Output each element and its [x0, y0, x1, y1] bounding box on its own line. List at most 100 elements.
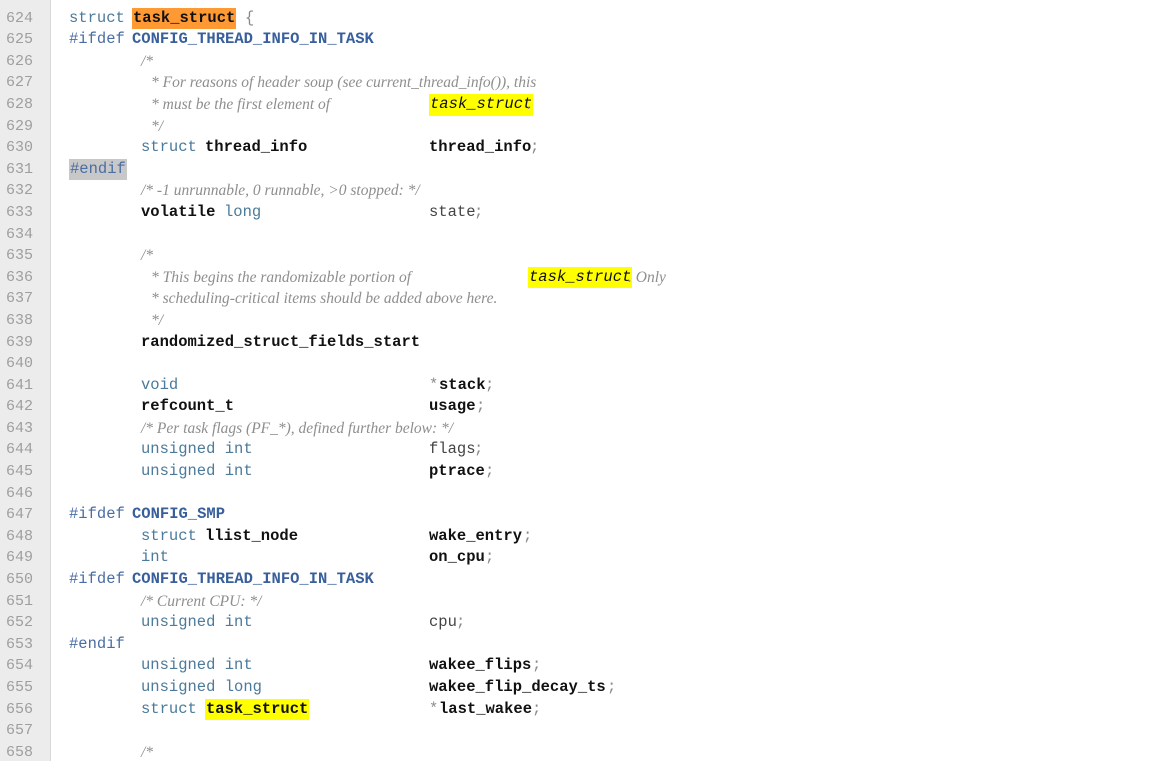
code-token: CONFIG_THREAD_INFO_IN_TASK: [132, 30, 374, 49]
code-token: unsigned long: [141, 678, 262, 696]
code-token: volatile: [141, 202, 225, 221]
line-number: 648: [6, 527, 34, 545]
code-token: randomized_struct_fields_start: [141, 332, 421, 351]
code-line[interactable]: 625 #ifdef CONFIG_THREAD_INFO_IN_TASK: [0, 29, 1161, 51]
code-token: unsigned int: [141, 656, 253, 675]
code-token: unsigned int: [141, 440, 253, 459]
code-line[interactable]: 651 /* Current CPU: */: [0, 591, 1161, 613]
line-number: 658: [6, 743, 34, 761]
code-line[interactable]: 628 * must be the first element of task_s…: [0, 93, 1161, 116]
code-line[interactable]: 636 * This begins the randomizable portio…: [0, 266, 1161, 289]
line-number: 649: [6, 549, 34, 567]
code-line[interactable]: 633 volatile long state;: [0, 202, 1161, 224]
code-line[interactable]: 649 int on_cpu;: [0, 547, 1161, 569]
line-number: 625: [6, 31, 34, 49]
code-line[interactable]: 627 * For reasons of header soup (see cur…: [0, 72, 1161, 94]
code-line[interactable]: 638 */: [0, 310, 1161, 332]
code-line[interactable]: 643 /* Per task flags (PF_*), defined fur…: [0, 418, 1161, 440]
code-token: {: [245, 8, 255, 27]
code-line[interactable]: 648 struct llist_node wake_entry;: [0, 526, 1161, 548]
code-token: long: [224, 202, 262, 221]
line-number: 656: [6, 700, 34, 718]
code-token: struct: [141, 699, 207, 718]
code-line[interactable]: 658 /*: [0, 742, 1161, 763]
code-line[interactable]: 655 unsigned long wakee_flip_decay_ts;: [0, 677, 1161, 699]
code-line[interactable]: 632 /* -1 unrunnable, 0 runnable, >0 stop…: [0, 180, 1161, 202]
code-token: int: [141, 548, 169, 567]
code-token: */: [151, 311, 164, 329]
line-number: 637: [6, 290, 34, 308]
code-token: #ifdef: [69, 570, 135, 589]
line-number: 629: [6, 117, 34, 135]
code-line[interactable]: 652 unsigned int cpu;: [0, 612, 1161, 634]
code-token: ;: [474, 440, 484, 459]
code-token: * This begins the randomizable portion o…: [151, 268, 415, 286]
line-number: 650: [6, 571, 34, 589]
code-line[interactable]: 630 struct thread_info thread_info;: [0, 137, 1161, 159]
code-line[interactable]: 635 /*: [0, 245, 1161, 267]
code-token: stack: [439, 375, 486, 394]
code-token: * scheduling-critical items should be ad…: [151, 290, 498, 308]
code-line[interactable]: 629 */: [0, 116, 1161, 138]
code-token: * must be the first element of: [151, 95, 334, 113]
code-token: cpu: [429, 613, 457, 632]
code-line[interactable]: 644 unsigned int flags;: [0, 439, 1161, 461]
code-line[interactable]: 637 * scheduling-critical items should be…: [0, 288, 1161, 310]
code-token: task_struct: [132, 7, 237, 30]
code-token: ;: [532, 656, 542, 675]
line-number: 633: [6, 203, 34, 221]
code-line[interactable]: 641 void * stack;: [0, 375, 1161, 397]
code-token: unsigned int: [141, 613, 253, 632]
code-token: flags: [429, 440, 476, 459]
line-number: 626: [6, 52, 34, 70]
code-line[interactable]: 646: [0, 483, 1161, 505]
code-token: usage: [429, 397, 476, 416]
code-token: /*: [141, 743, 154, 761]
code-token: #endif: [69, 158, 127, 181]
code-line[interactable]: 647 #ifdef CONFIG_SMP: [0, 504, 1161, 526]
code-token: /* -1 unrunnable, 0 runnable, >0 stopped…: [141, 182, 420, 200]
code-token: *: [429, 699, 439, 718]
code-token: ;: [607, 678, 617, 696]
code-token: CONFIG_SMP: [132, 505, 226, 524]
code-line[interactable]: 650 #ifdef CONFIG_THREAD_INFO_IN_TASK: [0, 569, 1161, 591]
code-token: task_struct: [528, 266, 633, 289]
code-token: thread_info: [429, 138, 532, 157]
code-line[interactable]: 642 refcount_t usage;: [0, 396, 1161, 418]
code-line[interactable]: 654 unsigned int wakee_flips;: [0, 655, 1161, 677]
code-line[interactable]: 631 #endif: [0, 158, 1161, 181]
code-token: state: [429, 202, 476, 221]
line-number: 628: [6, 95, 34, 113]
line-number: 639: [6, 333, 34, 351]
code-line[interactable]: 656 struct task_struct * last_wakee;: [0, 698, 1161, 721]
line-number: 641: [6, 376, 34, 394]
code-line[interactable]: 639 randomized_struct_fields_start: [0, 332, 1161, 354]
code-line[interactable]: 626 /*: [0, 51, 1161, 73]
code-token: ;: [530, 138, 540, 157]
line-number: 623: [6, 0, 46, 8]
code-line[interactable]: 653 #endif: [0, 634, 1161, 656]
line-number: 652: [6, 614, 34, 632]
code-line[interactable]: 640: [0, 353, 1161, 375]
code-line[interactable]: 634: [0, 224, 1161, 246]
code-line[interactable]: 623: [0, 0, 1161, 8]
code-editor[interactable]: 623624 struct task_struct {625 #ifdef CONFI…: [0, 0, 1161, 763]
code-token: on_cpu: [429, 548, 485, 567]
code-token: ;: [476, 397, 486, 416]
code-token: struct: [69, 8, 135, 27]
line-number: 638: [6, 311, 34, 329]
code-line[interactable]: 645 unsigned int ptrace;: [0, 461, 1161, 483]
code-token: void: [141, 375, 179, 394]
line-number: 632: [6, 182, 34, 200]
code-token: ;: [532, 699, 542, 718]
line-number: 636: [6, 268, 34, 286]
line-number: 653: [6, 635, 34, 653]
line-number: 655: [6, 679, 34, 696]
code-line[interactable]: 657: [0, 720, 1161, 742]
code-token: struct: [141, 526, 207, 545]
code-token: ;: [485, 548, 495, 567]
code-token: ;: [523, 526, 533, 545]
code-token: ;: [485, 375, 495, 394]
code-line[interactable]: 624 struct task_struct {: [0, 7, 1161, 30]
code-token: wakee_flips: [429, 656, 532, 675]
